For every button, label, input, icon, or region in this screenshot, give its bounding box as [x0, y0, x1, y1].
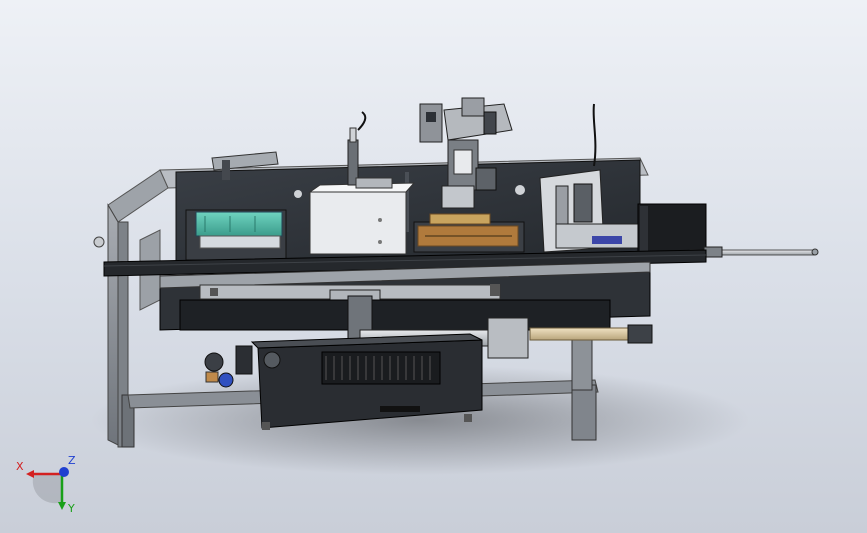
cad-viewport[interactable]: X Y Z: [0, 0, 867, 533]
vent-grille: [321, 351, 441, 385]
y-axis-label: Y: [67, 502, 75, 514]
z-axis-marker: [59, 467, 69, 477]
white-housing[interactable]: [308, 182, 416, 255]
long-rod[interactable]: [689, 246, 819, 258]
machine-assembly-model[interactable]: [0, 0, 867, 533]
coordinate-triad: X Y Z: [16, 454, 76, 514]
teal-module[interactable]: [185, 209, 287, 261]
triad-plane: [32, 474, 62, 504]
z-axis-label: Z: [68, 454, 76, 467]
x-axis-label: X: [16, 460, 24, 473]
